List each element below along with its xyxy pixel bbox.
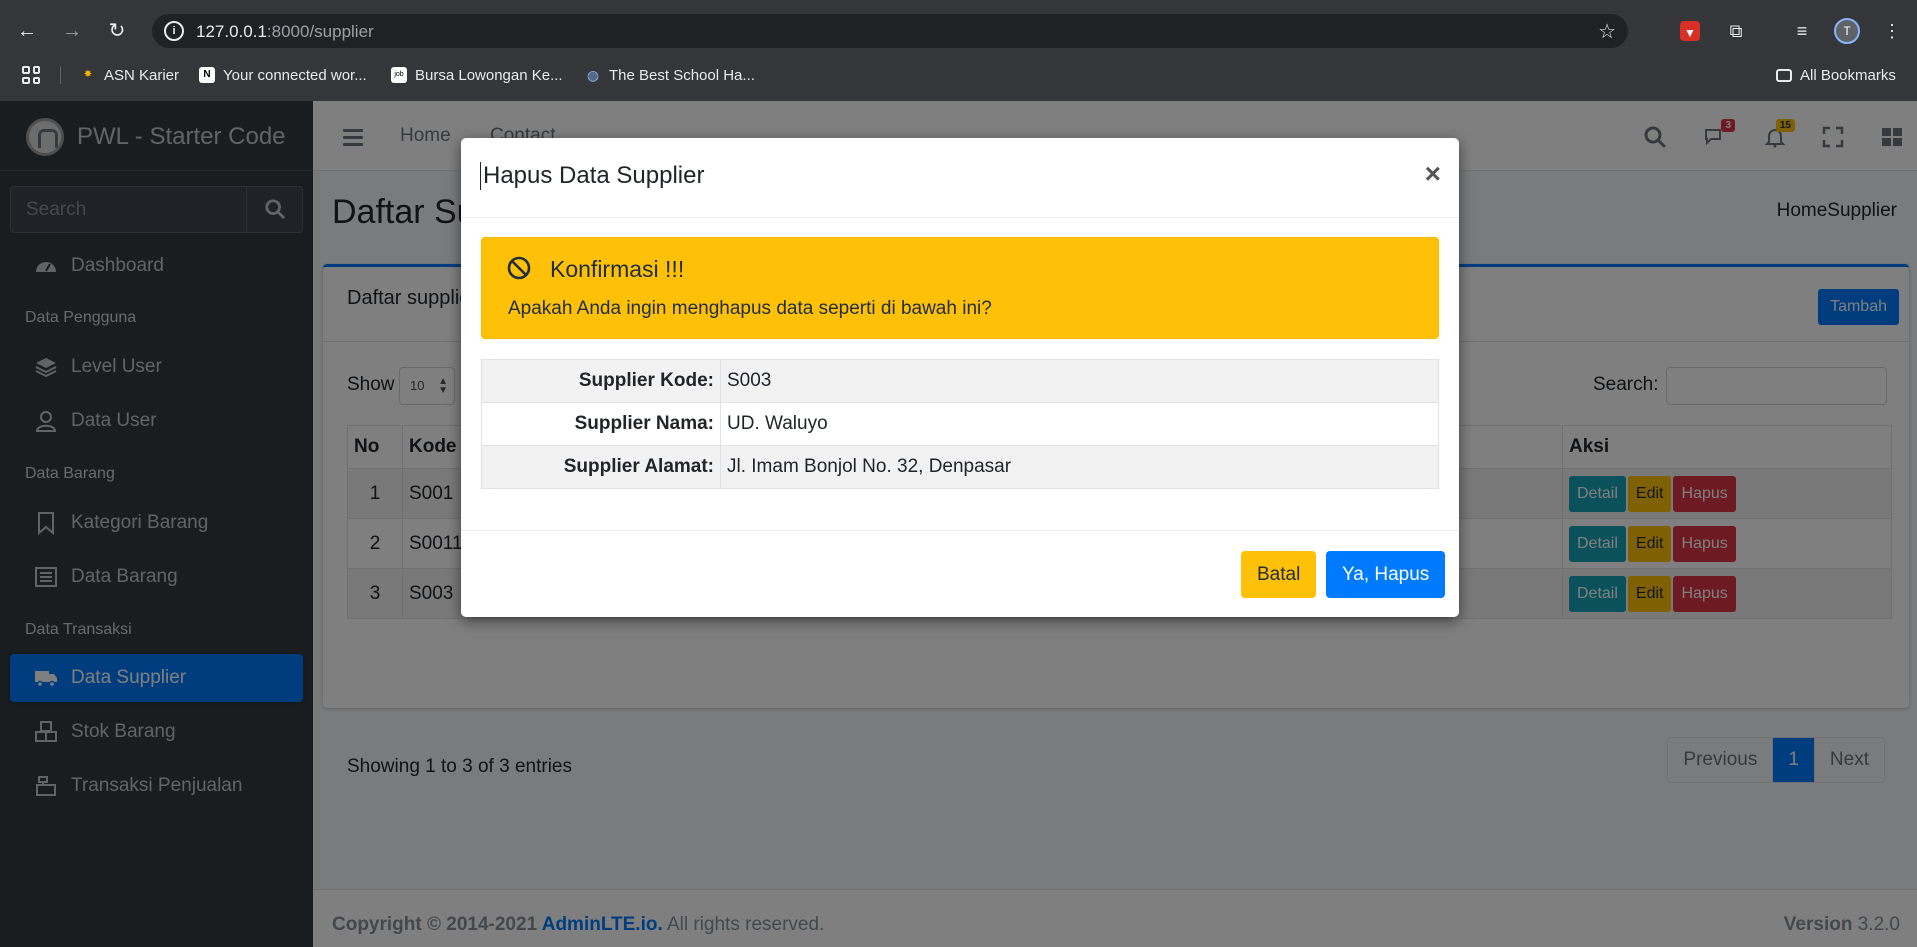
bookmark-notion[interactable]: N Your connected wor... xyxy=(199,65,367,85)
forward-icon[interactable]: → xyxy=(59,18,85,44)
notion-icon: N xyxy=(199,67,215,83)
extension-icon[interactable]: ▼ xyxy=(1680,21,1700,41)
confirmation-alert: Konfirmasi !!! Apakah Anda ingin menghap… xyxy=(481,237,1439,339)
jobid-icon: job xyxy=(391,67,407,83)
delete-supplier-modal: Hapus Data Supplier × Konfirmasi !!! Apa… xyxy=(461,138,1459,617)
ban-icon xyxy=(507,256,531,280)
address-bar[interactable]: i 127.0.0.1:8000/supplier ☆ xyxy=(152,14,1628,48)
apps-icon[interactable] xyxy=(22,66,40,84)
profile-avatar[interactable]: T xyxy=(1834,18,1860,44)
modal-footer: Batal Ya, Hapus xyxy=(461,530,1459,617)
modal-title: Hapus Data Supplier xyxy=(480,162,704,190)
detail-label: Supplier Kode: xyxy=(481,359,721,403)
detail-value: UD. Waluyo xyxy=(720,402,1439,446)
bookmark-star-icon[interactable]: ☆ xyxy=(1598,19,1616,44)
reload-icon[interactable]: ↻ xyxy=(104,18,130,44)
bookmark-best-school[interactable]: ◍ The Best School Ha... xyxy=(585,65,755,85)
detail-label: Supplier Alamat: xyxy=(481,445,721,489)
bookmarks-bar: ✸ ASN Karier N Your connected wor... job… xyxy=(0,58,1917,92)
browser-toolbar: ← → ↻ i 127.0.0.1:8000/supplier ☆ ▼ ⧉ ≡ … xyxy=(0,6,1917,54)
globe-icon: ◍ xyxy=(586,67,600,83)
back-icon[interactable]: ← xyxy=(14,18,40,44)
puzzle-extensions-icon[interactable]: ⧉ xyxy=(1724,19,1748,43)
modal-header: Hapus Data Supplier × xyxy=(461,138,1459,218)
supplier-detail-table: Supplier Kode: S003 Supplier Nama: UD. W… xyxy=(481,359,1439,489)
detail-row-nama: Supplier Nama: UD. Waluyo xyxy=(481,402,1439,446)
batal-button[interactable]: Batal xyxy=(1241,551,1317,598)
all-bookmarks[interactable]: All Bookmarks xyxy=(1776,65,1896,85)
alert-text: Apakah Anda ingin menghapus data seperti… xyxy=(508,298,992,319)
confirm-delete-button[interactable]: Ya, Hapus xyxy=(1326,551,1446,598)
detail-row-alamat: Supplier Alamat: Jl. Imam Bonjol No. 32,… xyxy=(481,445,1439,489)
site-info-icon[interactable]: i xyxy=(164,21,184,41)
bookmark-asn-karier[interactable]: ✸ ASN Karier xyxy=(80,65,179,85)
detail-value: S003 xyxy=(720,359,1439,403)
close-icon[interactable]: × xyxy=(1425,158,1441,190)
browser-chrome: ← → ↻ i 127.0.0.1:8000/supplier ☆ ▼ ⧉ ≡ … xyxy=(0,0,1917,101)
asn-icon: ✸ xyxy=(83,69,93,80)
detail-label: Supplier Nama: xyxy=(481,402,721,446)
bookmark-bursa-lowongan[interactable]: job Bursa Lowongan Ke... xyxy=(391,65,563,85)
alert-title: Konfirmasi !!! xyxy=(550,256,685,282)
bookmarks-divider xyxy=(60,66,61,84)
url-text: 127.0.0.1:8000/supplier xyxy=(196,22,374,41)
detail-row-kode: Supplier Kode: S003 xyxy=(481,359,1439,403)
menu-kebab-icon[interactable]: ⋮ xyxy=(1880,19,1904,43)
folder-icon xyxy=(1776,68,1792,82)
detail-value: Jl. Imam Bonjol No. 32, Denpasar xyxy=(720,445,1439,489)
media-control-icon[interactable]: ≡ xyxy=(1790,19,1814,43)
